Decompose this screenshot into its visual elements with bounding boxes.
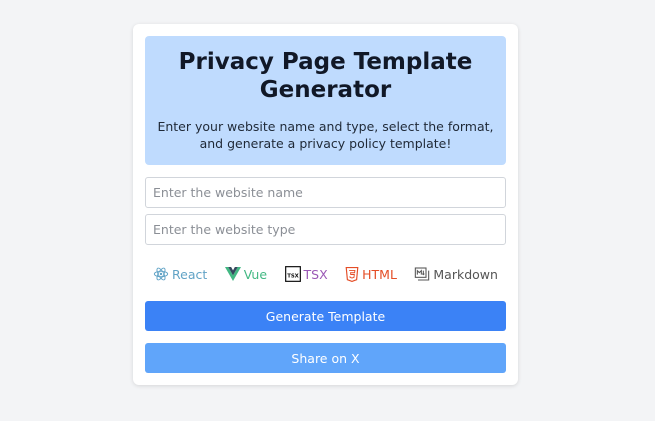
format-label: TSX	[303, 266, 328, 282]
vue-icon	[224, 267, 241, 281]
format-label: Vue	[243, 266, 268, 282]
format-selector: React Vue TSX TSX HTML Markdown	[145, 264, 506, 284]
format-label: Markdown	[433, 266, 498, 282]
website-type-input[interactable]	[145, 214, 506, 245]
format-option-html[interactable]: HTML	[345, 266, 397, 282]
page-subtitle: Enter your website name and type, select…	[157, 119, 494, 151]
format-option-react[interactable]: React	[153, 266, 207, 282]
tsx-icon: TSX	[284, 266, 301, 282]
page-title: Privacy Page Template Generator	[178, 49, 473, 103]
generate-template-button[interactable]: Generate Template	[145, 301, 506, 331]
format-label: HTML	[362, 266, 397, 282]
generator-card: Privacy Page Template Generator Enter yo…	[133, 24, 518, 385]
header-panel: Privacy Page Template Generator Enter yo…	[145, 36, 506, 165]
html5-icon	[345, 266, 359, 282]
format-label: React	[172, 266, 208, 282]
format-option-vue[interactable]: Vue	[224, 266, 268, 282]
react-icon	[153, 266, 169, 282]
format-option-markdown[interactable]: Markdown	[414, 266, 498, 282]
format-option-tsx[interactable]: TSX TSX	[284, 266, 328, 282]
website-name-input[interactable]	[145, 177, 506, 208]
markdown-icon	[414, 266, 430, 282]
svg-text:TSX: TSX	[287, 273, 299, 279]
share-on-x-button[interactable]: Share on X	[145, 343, 506, 373]
